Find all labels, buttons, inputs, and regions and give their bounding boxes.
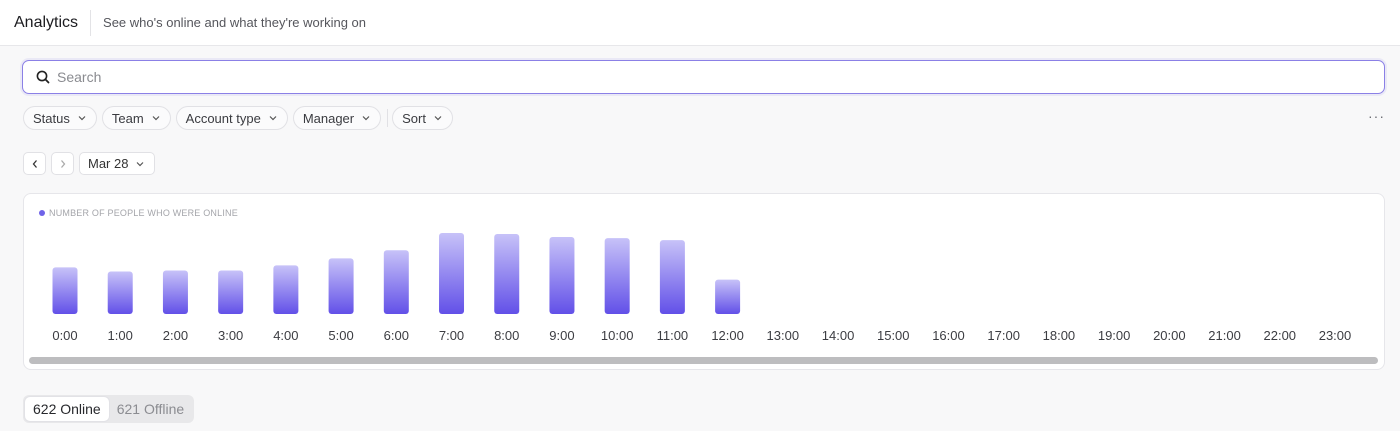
- chart-bar: [439, 233, 465, 314]
- chart-bar: [604, 238, 630, 314]
- x-tick-label: 16:00: [932, 328, 965, 343]
- more-options-icon[interactable]: ···: [1368, 108, 1385, 124]
- offline-tab[interactable]: 621 Offline: [109, 397, 192, 421]
- page-header: Analytics See who's online and what they…: [0, 0, 1400, 46]
- chevron-right-icon: [60, 159, 65, 168]
- x-tick-label: 1:00: [108, 328, 133, 343]
- chevron-left-icon: [32, 159, 37, 168]
- x-tick-label: 22:00: [1264, 328, 1297, 343]
- team-filter-label: Team: [111, 110, 144, 126]
- page-subtitle: See who's online and what they're workin…: [103, 15, 366, 30]
- chart-bar: [383, 250, 409, 314]
- x-tick-label: 15:00: [877, 328, 910, 343]
- chart-bar: [328, 258, 354, 314]
- date-picker-button[interactable]: Mar 28: [79, 152, 156, 175]
- online-chart-panel: NUMBER OF PEOPLE WHO WERE ONLINE 0:00 1:0…: [23, 193, 1385, 370]
- chart-bar: [52, 267, 78, 314]
- chart-bar: [273, 265, 299, 314]
- team-filter[interactable]: Team: [101, 106, 171, 130]
- x-tick-label: 8:00: [494, 328, 519, 343]
- chart-bar: [162, 270, 188, 314]
- sort-dropdown[interactable]: Sort: [392, 106, 453, 130]
- x-tick-label: 2:00: [163, 328, 188, 343]
- x-tick-label: 23:00: [1319, 328, 1352, 343]
- chevron-down-icon: [152, 116, 160, 121]
- search-input[interactable]: [57, 69, 1384, 85]
- x-tick-label: 5:00: [328, 328, 353, 343]
- status-filter[interactable]: Status: [23, 106, 97, 130]
- date-picker-label: Mar 28: [88, 156, 129, 171]
- x-tick-label: 3:00: [218, 328, 243, 343]
- account-type-filter[interactable]: Account type: [175, 106, 288, 130]
- x-tick-label: 17:00: [987, 328, 1020, 343]
- manager-filter-label: Manager: [302, 110, 355, 126]
- status-filter-label: Status: [33, 110, 70, 126]
- x-tick-label: 10:00: [601, 328, 634, 343]
- x-tick-label: 20:00: [1153, 328, 1186, 343]
- x-tick-label: 19:00: [1098, 328, 1131, 343]
- next-day-button[interactable]: [51, 152, 74, 175]
- x-tick-label: 0:00: [52, 328, 77, 343]
- x-tick-label: 9:00: [549, 328, 574, 343]
- x-tick-label: 12:00: [711, 328, 744, 343]
- search-bar[interactable]: [22, 60, 1385, 94]
- x-tick-label: 14:00: [822, 328, 855, 343]
- online-status-toggle: 622 Online 621 Offline: [23, 395, 195, 423]
- chart-horizontal-scrollbar[interactable]: [29, 357, 1378, 364]
- chart-bar: [715, 279, 741, 314]
- x-tick-label: 13:00: [767, 328, 800, 343]
- x-tick-label: 6:00: [384, 328, 409, 343]
- page-title: Analytics: [14, 9, 92, 36]
- date-navigation: Mar 28: [23, 152, 156, 175]
- chevron-down-icon: [78, 116, 86, 121]
- x-tick-label: 7:00: [439, 328, 464, 343]
- x-tick-label: 11:00: [657, 328, 689, 343]
- filter-divider: [387, 109, 389, 127]
- x-tick-label: 4:00: [273, 328, 298, 343]
- chevron-down-icon: [269, 116, 277, 121]
- x-tick-label: 18:00: [1043, 328, 1076, 343]
- account-type-filter-label: Account type: [185, 110, 261, 126]
- chevron-down-icon: [362, 116, 370, 121]
- filter-bar: Status Team Account type Manager Sort: [23, 106, 458, 130]
- chart-bar: [107, 271, 133, 314]
- chart-bar: [218, 270, 244, 314]
- previous-day-button[interactable]: [23, 152, 46, 175]
- manager-filter[interactable]: Manager: [292, 106, 382, 130]
- chart-bar: [494, 234, 520, 314]
- online-bar-chart: 0:00 1:00 2:00 3:00 4:00 5:00 6:00 7:00 8:00 9:00…: [52, 233, 1352, 343]
- sort-dropdown-label: Sort: [402, 110, 426, 126]
- chart-bar: [549, 237, 575, 314]
- online-tab[interactable]: 622 Online: [25, 397, 109, 421]
- search-icon: [36, 70, 50, 84]
- x-tick-label: 21:00: [1208, 328, 1241, 343]
- chevron-down-icon: [434, 116, 442, 121]
- chart-bar: [659, 240, 685, 314]
- chevron-down-icon: [137, 161, 144, 166]
